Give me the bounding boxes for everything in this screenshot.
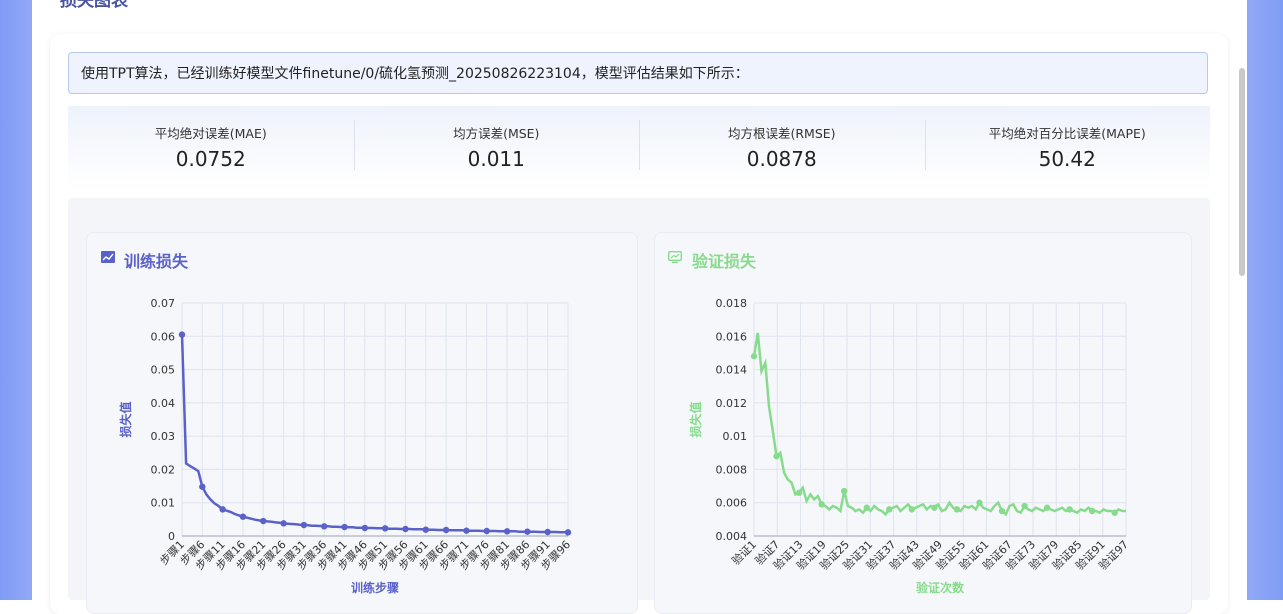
y-tick-label: 0.004 xyxy=(716,530,748,543)
data-point xyxy=(280,520,286,526)
data-point xyxy=(999,508,1005,514)
data-point xyxy=(909,506,915,512)
data-point xyxy=(219,506,225,512)
y-tick-label: 0.04 xyxy=(151,397,176,410)
data-point xyxy=(199,484,205,490)
result-message: 使用TPT算法，已经训练好模型文件finetune/0/硫化氢预测_202508… xyxy=(68,52,1208,94)
metrics-bar: 平均绝对误差(MAE) 0.0752 均方误差(MSE) 0.011 均方根误差… xyxy=(68,106,1210,190)
data-point xyxy=(240,513,246,519)
y-tick-label: 0.02 xyxy=(151,463,176,476)
data-point xyxy=(796,490,802,496)
y-tick-label: 0.07 xyxy=(151,297,176,310)
data-point xyxy=(524,528,530,534)
metric-mse: 均方误差(MSE) 0.011 xyxy=(354,106,640,190)
right-background-bar xyxy=(1247,0,1283,600)
y-tick-label: 0.016 xyxy=(716,330,748,343)
training-loss-chart: 00.010.020.030.040.050.060.07 步骤1步骤6步骤11… xyxy=(110,290,590,600)
metric-label: 均方根误差(RMSE) xyxy=(639,123,925,142)
y-tick-label: 0.014 xyxy=(716,364,748,377)
metric-label: 平均绝对百分比误差(MAPE) xyxy=(925,123,1211,142)
data-point xyxy=(341,524,347,530)
data-point xyxy=(751,353,757,359)
validation-loss-title: 验证损失 xyxy=(692,248,756,272)
x-axis-title: 训练步骤 xyxy=(351,580,399,595)
data-point xyxy=(1066,506,1072,512)
data-point xyxy=(179,331,185,337)
data-point xyxy=(1021,503,1027,509)
metric-label: 均方误差(MSE) xyxy=(354,123,640,142)
data-point xyxy=(382,525,388,531)
data-point xyxy=(321,523,327,529)
line-chart-icon xyxy=(101,251,115,263)
y-tick-label: 0.01 xyxy=(723,430,748,443)
data-point xyxy=(954,506,960,512)
data-point xyxy=(818,501,824,507)
data-point xyxy=(1089,508,1095,514)
y-axis-title: 损失值 xyxy=(688,401,703,437)
y-tick-label: 0.01 xyxy=(151,497,176,510)
y-tick-label: 0.03 xyxy=(151,430,176,443)
y-tick-label: 0.06 xyxy=(151,330,176,343)
data-point xyxy=(504,528,510,534)
scrollbar-thumb[interactable] xyxy=(1239,68,1245,276)
metric-mae: 平均绝对误差(MAE) 0.0752 xyxy=(68,106,354,190)
data-point xyxy=(423,526,429,532)
data-point xyxy=(976,500,982,506)
metric-value: 0.0752 xyxy=(68,147,354,171)
y-axis-title: 损失值 xyxy=(118,401,133,437)
data-point xyxy=(565,529,571,535)
metric-mape: 平均绝对百分比误差(MAPE) 50.42 xyxy=(925,106,1211,190)
metric-value: 50.42 xyxy=(925,147,1211,171)
data-point xyxy=(1044,505,1050,511)
y-tick-label: 0.006 xyxy=(716,497,748,510)
data-point xyxy=(773,453,779,459)
data-point xyxy=(260,518,266,524)
data-point xyxy=(931,505,937,511)
left-background-bar xyxy=(0,0,32,600)
data-point xyxy=(544,529,550,535)
metric-label: 平均绝对误差(MAE) xyxy=(68,123,354,142)
data-point xyxy=(402,526,408,532)
data-point xyxy=(864,505,870,511)
y-tick-label: 0.018 xyxy=(716,297,748,310)
metric-value: 0.0878 xyxy=(639,147,925,171)
y-tick-label: 0.05 xyxy=(151,364,176,377)
data-point xyxy=(484,528,490,534)
section-title: 损失图表 xyxy=(60,0,128,11)
data-point xyxy=(362,525,368,531)
data-point xyxy=(1112,510,1118,516)
validation-loss-chart: 0.0040.0060.0080.010.0120.0140.0160.018 … xyxy=(680,290,1150,600)
x-axis-title: 验证次数 xyxy=(916,580,965,595)
data-point xyxy=(301,522,307,528)
metric-rmse: 均方根误差(RMSE) 0.0878 xyxy=(639,106,925,190)
y-tick-label: 0.012 xyxy=(716,397,748,410)
data-point xyxy=(886,506,892,512)
data-point xyxy=(443,527,449,533)
training-loss-title: 训练损失 xyxy=(124,248,188,272)
monitor-chart-icon xyxy=(668,251,682,263)
y-tick-label: 0.008 xyxy=(716,463,748,476)
data-point xyxy=(841,488,847,494)
metric-value: 0.011 xyxy=(354,147,640,171)
data-point xyxy=(463,527,469,533)
